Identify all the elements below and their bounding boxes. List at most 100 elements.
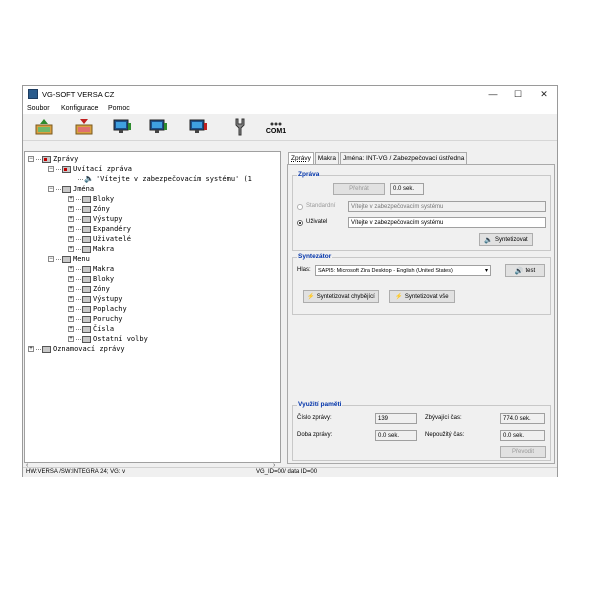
expand-icon[interactable]: + [68, 276, 74, 282]
expand-icon[interactable]: + [68, 326, 74, 332]
expand-icon[interactable]: + [68, 236, 74, 242]
app-window: VG-SOFT VERSA CZ — ☐ ✕ Soubor Konfigurac… [22, 85, 558, 477]
tree-node-jmena-item[interactable]: + Makra [68, 244, 114, 254]
maximize-button[interactable]: ☐ [508, 88, 528, 101]
test-voice-button[interactable]: 🔊 test [505, 264, 545, 277]
folder-icon [82, 215, 91, 223]
expand-icon[interactable]: + [68, 216, 74, 222]
tree-label: Jména [73, 185, 95, 193]
zprava-group: Zpráva Přehrát 0.0 sek. Standardní Vítej… [292, 171, 551, 251]
play-button[interactable]: Přehrát [333, 183, 385, 195]
test-label: test [525, 267, 536, 274]
read-button[interactable] [33, 117, 55, 137]
tree-label: Ostatní volby [93, 335, 148, 343]
write-button[interactable] [73, 117, 95, 137]
standard-text-field: Vítejte v zabezpečovacím systému [348, 201, 546, 212]
convert-button[interactable]: Převodit [500, 446, 546, 458]
monitor-button-2[interactable] [147, 117, 169, 137]
user-radio[interactable] [297, 220, 303, 226]
tree-node-menu[interactable]: − Menu [48, 254, 90, 264]
detail-pane: Zprávy Makra Jména: INT-VG / Zabezpečova… [287, 151, 555, 464]
tree-node-menu-item[interactable]: + Poruchy [68, 314, 123, 324]
expand-icon[interactable]: + [68, 246, 74, 252]
expand-icon[interactable]: + [68, 286, 74, 292]
tree-label: Makra [93, 245, 115, 253]
memory-usage-group: Využití paměti Číslo zprávy: 139 Zbývají… [292, 401, 551, 461]
expand-icon[interactable]: + [28, 346, 34, 352]
tree-label: Expandéry [93, 225, 131, 233]
tree-node-jmena-item[interactable]: + Výstupy [68, 214, 123, 224]
expand-icon[interactable]: + [68, 306, 74, 312]
collapse-icon[interactable]: − [48, 186, 54, 192]
folder-icon [82, 335, 91, 343]
folder-icon [82, 225, 91, 233]
voice-select[interactable]: SAPI5: Microsoft Zira Desktop - English … [315, 265, 491, 276]
expand-icon[interactable]: + [68, 316, 74, 322]
tree-node-menu-item[interactable]: + Výstupy [68, 294, 123, 304]
tree-node-jmena-item[interactable]: + Uživatelé [68, 234, 131, 244]
unused-time-field: 0.0 sek. [500, 430, 545, 441]
tree-node-menu-item[interactable]: + Makra [68, 264, 114, 274]
tree-node-zpravy[interactable]: − Zprávy [28, 154, 78, 164]
user-text-input[interactable]: Vítejte v zabezpečovacím systému [348, 217, 546, 228]
monitor-button-3[interactable] [187, 117, 209, 137]
collapse-icon[interactable]: − [48, 166, 54, 172]
close-button[interactable]: ✕ [534, 88, 554, 101]
synthesize-all-button[interactable]: ⚡ Syntetizovat vše [389, 290, 455, 303]
tree-node-menu-item[interactable]: + Bloky [68, 274, 114, 284]
menu-pomoc[interactable]: Pomoc [108, 105, 130, 112]
tree-node-jmena-item[interactable]: + Bloky [68, 194, 114, 204]
status-ids: VG_ID=00/ data ID=00 [256, 469, 318, 475]
tree-node-menu-item[interactable]: + Zóny [68, 284, 110, 294]
tree-label: Uživatelé [93, 235, 131, 243]
com-port-button[interactable]: COM1 [263, 117, 289, 137]
expand-icon[interactable]: + [68, 196, 74, 202]
collapse-icon[interactable]: − [48, 256, 54, 262]
message-tree[interactable]: − Zprávy − Uvítací zpráva 🔈 'Vítejte v zabe… [24, 151, 281, 463]
toolbar: COM1 [23, 114, 557, 141]
syntezator-group: Syntezátor Hlas: SAPI5: Microsoft Zira D… [292, 253, 551, 315]
tab-makra[interactable]: Makra [314, 152, 339, 164]
write-to-device-icon [75, 119, 93, 135]
tree-label: Makra [93, 265, 115, 273]
tree-node-vitejte[interactable]: 🔈 'Vítejte v zabezpečovacím systému' (1 [78, 174, 252, 184]
com-port-icon [270, 122, 282, 125]
tree-node-menu-item[interactable]: + Poplachy [68, 304, 127, 314]
synthesize-label: Syntetizovat [495, 236, 528, 243]
tab-zpravy[interactable]: Zprávy [288, 152, 314, 164]
expand-icon[interactable]: + [68, 206, 74, 212]
standard-radio[interactable] [297, 204, 303, 210]
tree-label: Zóny [93, 285, 110, 293]
tree-node-jmena-item[interactable]: + Expandéry [68, 224, 131, 234]
collapse-icon[interactable]: − [28, 156, 34, 162]
expand-icon[interactable]: + [68, 296, 74, 302]
folder-icon [62, 255, 71, 263]
tree-label: Oznamovací zprávy [53, 345, 125, 353]
expand-icon[interactable]: + [68, 226, 74, 232]
monitor-icon [149, 119, 167, 133]
menu-bar: Soubor Konfigurace Pomoc [23, 103, 557, 114]
zprava-group-label: Zpráva [297, 171, 321, 178]
menu-soubor[interactable]: Soubor [27, 105, 50, 112]
folder-icon [82, 275, 91, 283]
expand-icon[interactable]: + [68, 266, 74, 272]
settings-button[interactable] [229, 117, 251, 137]
tree-node-jmena[interactable]: − Jména [48, 184, 94, 194]
message-length-field: 0.0 sek. [375, 430, 417, 441]
unused-time-label: Nepoužitý čas: [425, 432, 465, 438]
tab-jmena[interactable]: Jména: INT-VG / Zabezpečovací ústředna [339, 152, 468, 164]
tree-node-menu-item[interactable]: + Ostatní volby [68, 334, 148, 344]
tree-node-menu-item[interactable]: + Čísla [68, 324, 114, 334]
synthesize-missing-button[interactable]: ⚡ Syntetizovat chybějící [303, 290, 379, 303]
menu-konfigurace[interactable]: Konfigurace [61, 105, 98, 112]
minimize-button[interactable]: — [483, 88, 503, 101]
synthesize-button[interactable]: 🔈 Syntetizovat [479, 233, 533, 246]
tree-node-oznamovaci[interactable]: + Oznamovací zprávy [28, 344, 125, 354]
tree-node-jmena-item[interactable]: + Zóny [68, 204, 110, 214]
wrench-icon [235, 118, 245, 136]
tree-label: Poplachy [93, 305, 127, 313]
tree-node-uvitaci[interactable]: − Uvítací zpráva [48, 164, 132, 174]
monitor-button-1[interactable] [111, 117, 133, 137]
expand-icon[interactable]: + [68, 336, 74, 342]
user-label: Uživatel [306, 219, 328, 225]
